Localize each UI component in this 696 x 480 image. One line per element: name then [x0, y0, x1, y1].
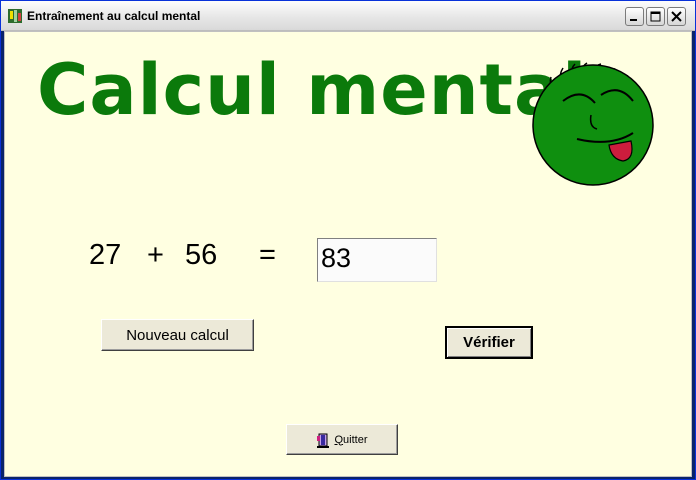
answer-input[interactable]: 83	[317, 238, 437, 282]
smiley-icon	[532, 62, 654, 186]
app-icon[interactable]	[7, 8, 23, 24]
new-calculation-label: Nouveau calcul	[126, 326, 229, 344]
close-button[interactable]	[667, 7, 686, 26]
quit-accelerator: Q	[334, 433, 344, 446]
app-window: Entraînement au calcul mental Calcul men…	[0, 0, 696, 480]
equals-sign: =	[259, 239, 276, 271]
check-button[interactable]: Vérifier	[445, 326, 533, 359]
minimize-button[interactable]	[625, 7, 644, 26]
operand-1: 27	[89, 239, 122, 271]
operand-2: 56	[185, 239, 218, 271]
new-calculation-button[interactable]: Nouveau calcul	[101, 319, 254, 351]
window-title: Entraînement au calcul mental	[27, 9, 201, 23]
operator: +	[147, 239, 164, 271]
maximize-icon	[650, 11, 661, 22]
minimize-icon	[630, 19, 637, 21]
check-label: Vérifier	[463, 334, 515, 351]
title-bar[interactable]: Entraînement au calcul mental	[1, 1, 695, 31]
page-title: Calcul mental	[37, 49, 588, 131]
quit-label: uitter	[343, 433, 368, 446]
door-exit-icon	[317, 433, 330, 448]
close-icon	[671, 11, 682, 22]
maximize-button[interactable]	[646, 7, 665, 26]
quit-button[interactable]: Quitter	[286, 424, 398, 455]
